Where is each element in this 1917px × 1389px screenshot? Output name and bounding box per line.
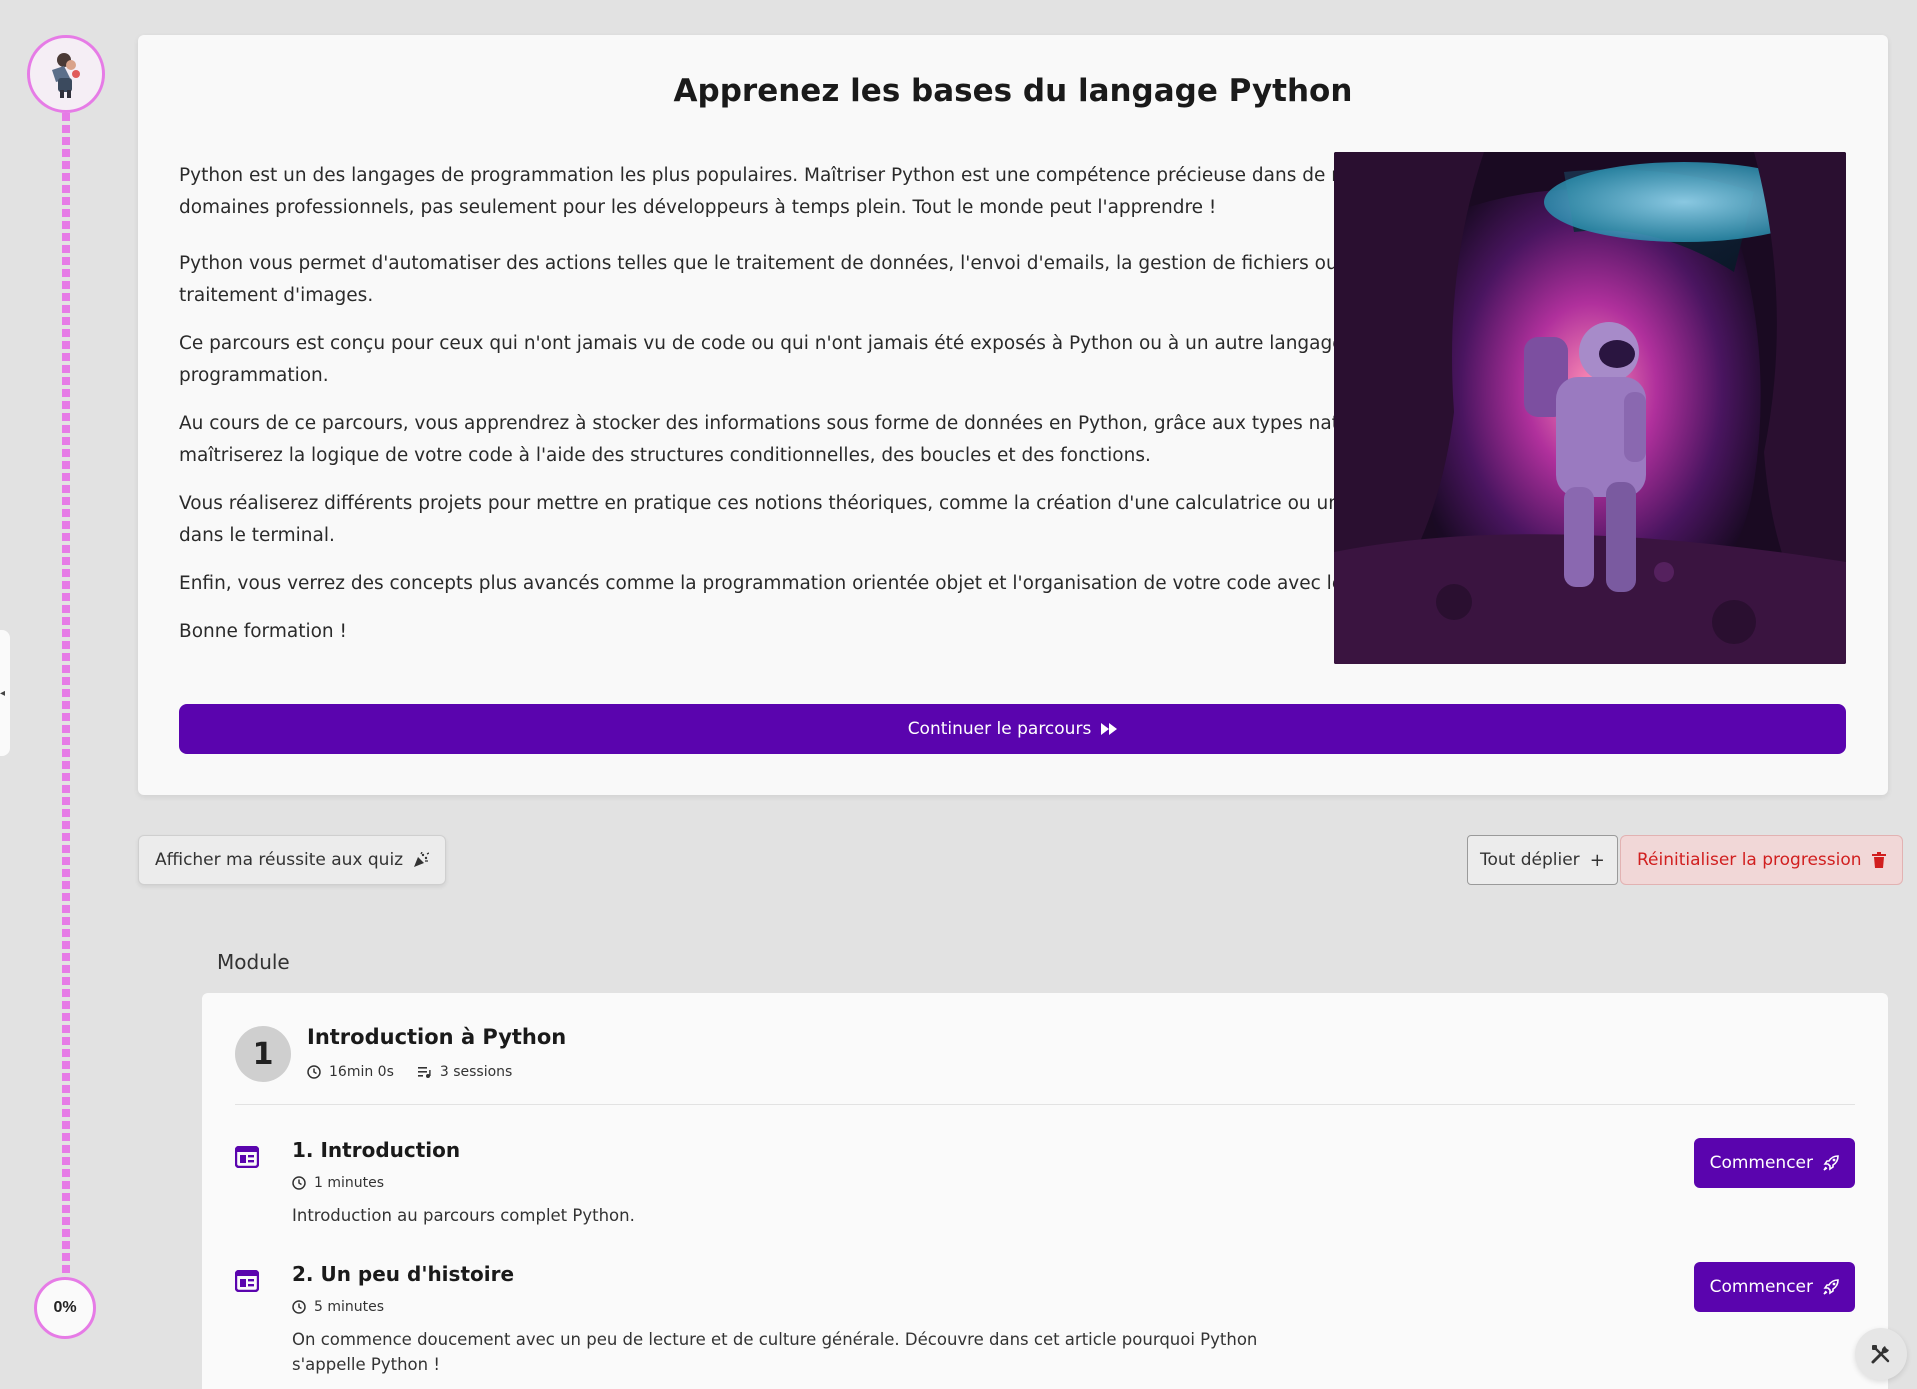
description-paragraph: Bonne formation ! [179, 621, 347, 642]
module-duration: 16min 0s [307, 1064, 394, 1080]
course-page: 0% ◂ Apprenez les bases du langage Pytho… [0, 0, 1917, 1389]
module-sessions: 3 sessions [417, 1064, 513, 1080]
reset-label: Réinitialiser la progression [1637, 850, 1862, 870]
description-paragraph: Ce parcours est conçu pour ceux qui n'on… [179, 333, 1373, 386]
progress-percent: 0% [34, 1277, 96, 1339]
module-divider [235, 1104, 1855, 1105]
lesson-title[interactable]: 1. Introduction [292, 1138, 460, 1162]
description-paragraph: Vous réaliserez différents projets pour … [179, 493, 1444, 546]
expand-all-button[interactable]: Tout déplier + [1467, 835, 1618, 885]
module-number-badge: 1 [235, 1026, 291, 1082]
start-lesson-button[interactable]: Commencer [1693, 1138, 1855, 1188]
course-description: Python est un des langages de programmat… [179, 160, 1449, 664]
article-icon [235, 1270, 259, 1292]
description-paragraph: Python vous permet d'automatiser des act… [179, 253, 1430, 306]
description-paragraph: Python est un des langages de programmat… [179, 165, 1426, 218]
module-card: 1 Introduction à Python 16min 0s 3 sessi… [202, 993, 1888, 1389]
module-meta: 16min 0s 3 sessions [307, 1064, 512, 1080]
start-lesson-button[interactable]: Commencer [1693, 1262, 1855, 1312]
tools-button[interactable] [1855, 1328, 1907, 1380]
lesson-title[interactable]: 2. Un peu d'histoire [292, 1262, 514, 1286]
clock-icon [292, 1176, 306, 1190]
tools-icon [1871, 1345, 1890, 1364]
sidebar-toggle[interactable]: ◂ [0, 630, 10, 756]
show-quiz-results-button[interactable]: Afficher ma réussite aux quiz [138, 835, 447, 885]
playlist-icon [417, 1067, 431, 1078]
lesson-description: Introduction au parcours complet Python. [292, 1206, 635, 1225]
rocket-icon [1823, 1279, 1839, 1295]
module-title[interactable]: Introduction à Python [307, 1025, 566, 1049]
lesson-description: On commence doucement avec un peu de lec… [292, 1330, 1258, 1374]
continue-course-button[interactable]: Continuer le parcours [179, 704, 1846, 754]
expand-label: Tout déplier [1480, 850, 1580, 870]
lesson-item: 1. Introduction 1 minutes Introduction a… [235, 1138, 1855, 1238]
module-sessions-value: 3 sessions [439, 1064, 513, 1080]
course-intro-card: Apprenez les bases du langage Python Pyt… [138, 35, 1888, 795]
progress-rail-avatar [27, 35, 105, 113]
fast-forward-icon [1101, 723, 1118, 735]
lesson-duration-value: 5 minutes [314, 1299, 385, 1315]
astronaut-illustration [1334, 152, 1846, 664]
hero-image [1334, 152, 1846, 664]
description-paragraph: Au cours de ce parcours, vous apprendrez… [179, 413, 1416, 466]
description-paragraph: Enfin, vous verrez des concepts plus ava… [179, 573, 1444, 594]
clock-icon [307, 1065, 321, 1079]
avatar-illustration [52, 53, 80, 98]
reset-progress-button[interactable]: Réinitialiser la progression [1620, 835, 1903, 885]
article-icon [235, 1146, 259, 1168]
chevron-left-icon: ◂ [0, 687, 6, 699]
module-section-heading: Module [217, 950, 290, 974]
progress-rail-line [62, 113, 70, 1273]
module-duration-value: 16min 0s [329, 1064, 394, 1080]
lesson-duration: 1 minutes [292, 1175, 384, 1191]
party-popper-icon [414, 852, 430, 867]
quiz-label: Afficher ma réussite aux quiz [155, 850, 404, 870]
trash-icon [1871, 852, 1886, 868]
lesson-duration-value: 1 minutes [314, 1175, 385, 1191]
rocket-icon [1823, 1155, 1839, 1171]
start-label: Commencer [1709, 1153, 1813, 1173]
lesson-item: 2. Un peu d'histoire 5 minutes On commen… [235, 1262, 1855, 1382]
plus-icon: + [1589, 849, 1605, 871]
page-title: Apprenez les bases du langage Python [673, 73, 1353, 109]
lesson-duration: 5 minutes [292, 1299, 384, 1315]
continue-label: Continuer le parcours [907, 719, 1092, 739]
start-label: Commencer [1709, 1277, 1813, 1297]
clock-icon [292, 1300, 306, 1314]
